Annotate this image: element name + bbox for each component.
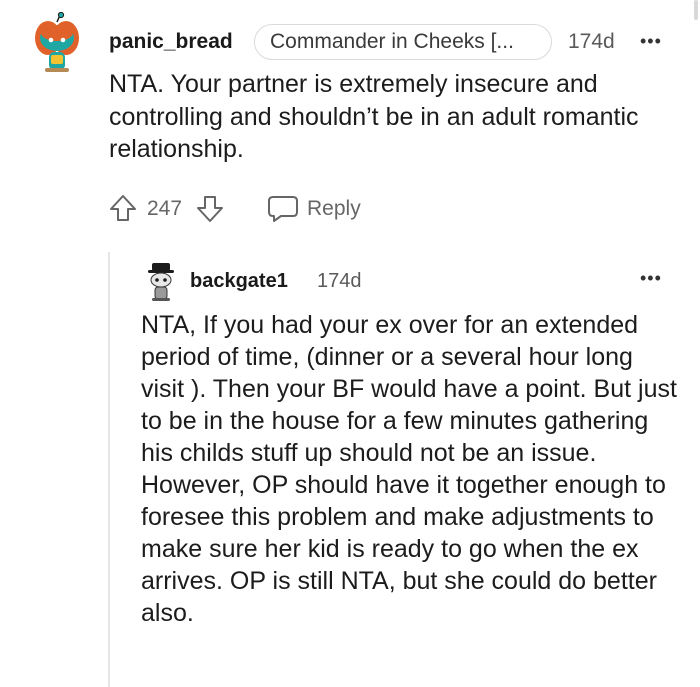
comment-age[interactable]: 174d bbox=[568, 30, 615, 54]
arrow-up-icon[interactable] bbox=[108, 193, 138, 223]
reply-body: NTA, If you had your ex over for an exte… bbox=[141, 311, 677, 627]
reply-username[interactable]: backgate1 bbox=[190, 270, 288, 293]
reply-button[interactable]: Reply bbox=[307, 197, 361, 221]
vote-score: 247 bbox=[147, 197, 183, 220]
more-options-icon[interactable]: ••• bbox=[640, 31, 662, 52]
comment-username[interactable]: panic_bread bbox=[109, 30, 233, 54]
reply-avatar[interactable] bbox=[145, 262, 177, 302]
scrollbar-thumb[interactable] bbox=[694, 0, 698, 20]
arrow-down-icon[interactable] bbox=[195, 194, 225, 224]
more-options-icon[interactable]: ••• bbox=[640, 268, 662, 289]
user-avatar[interactable] bbox=[32, 11, 82, 74]
comment-body: NTA. Your partner is extremely insecure … bbox=[109, 70, 639, 163]
thread-line[interactable] bbox=[108, 252, 110, 687]
user-flair: Commander in Cheeks [... bbox=[254, 24, 552, 60]
speech-bubble-icon[interactable] bbox=[267, 195, 299, 223]
reply-age[interactable]: 174d bbox=[317, 270, 362, 293]
